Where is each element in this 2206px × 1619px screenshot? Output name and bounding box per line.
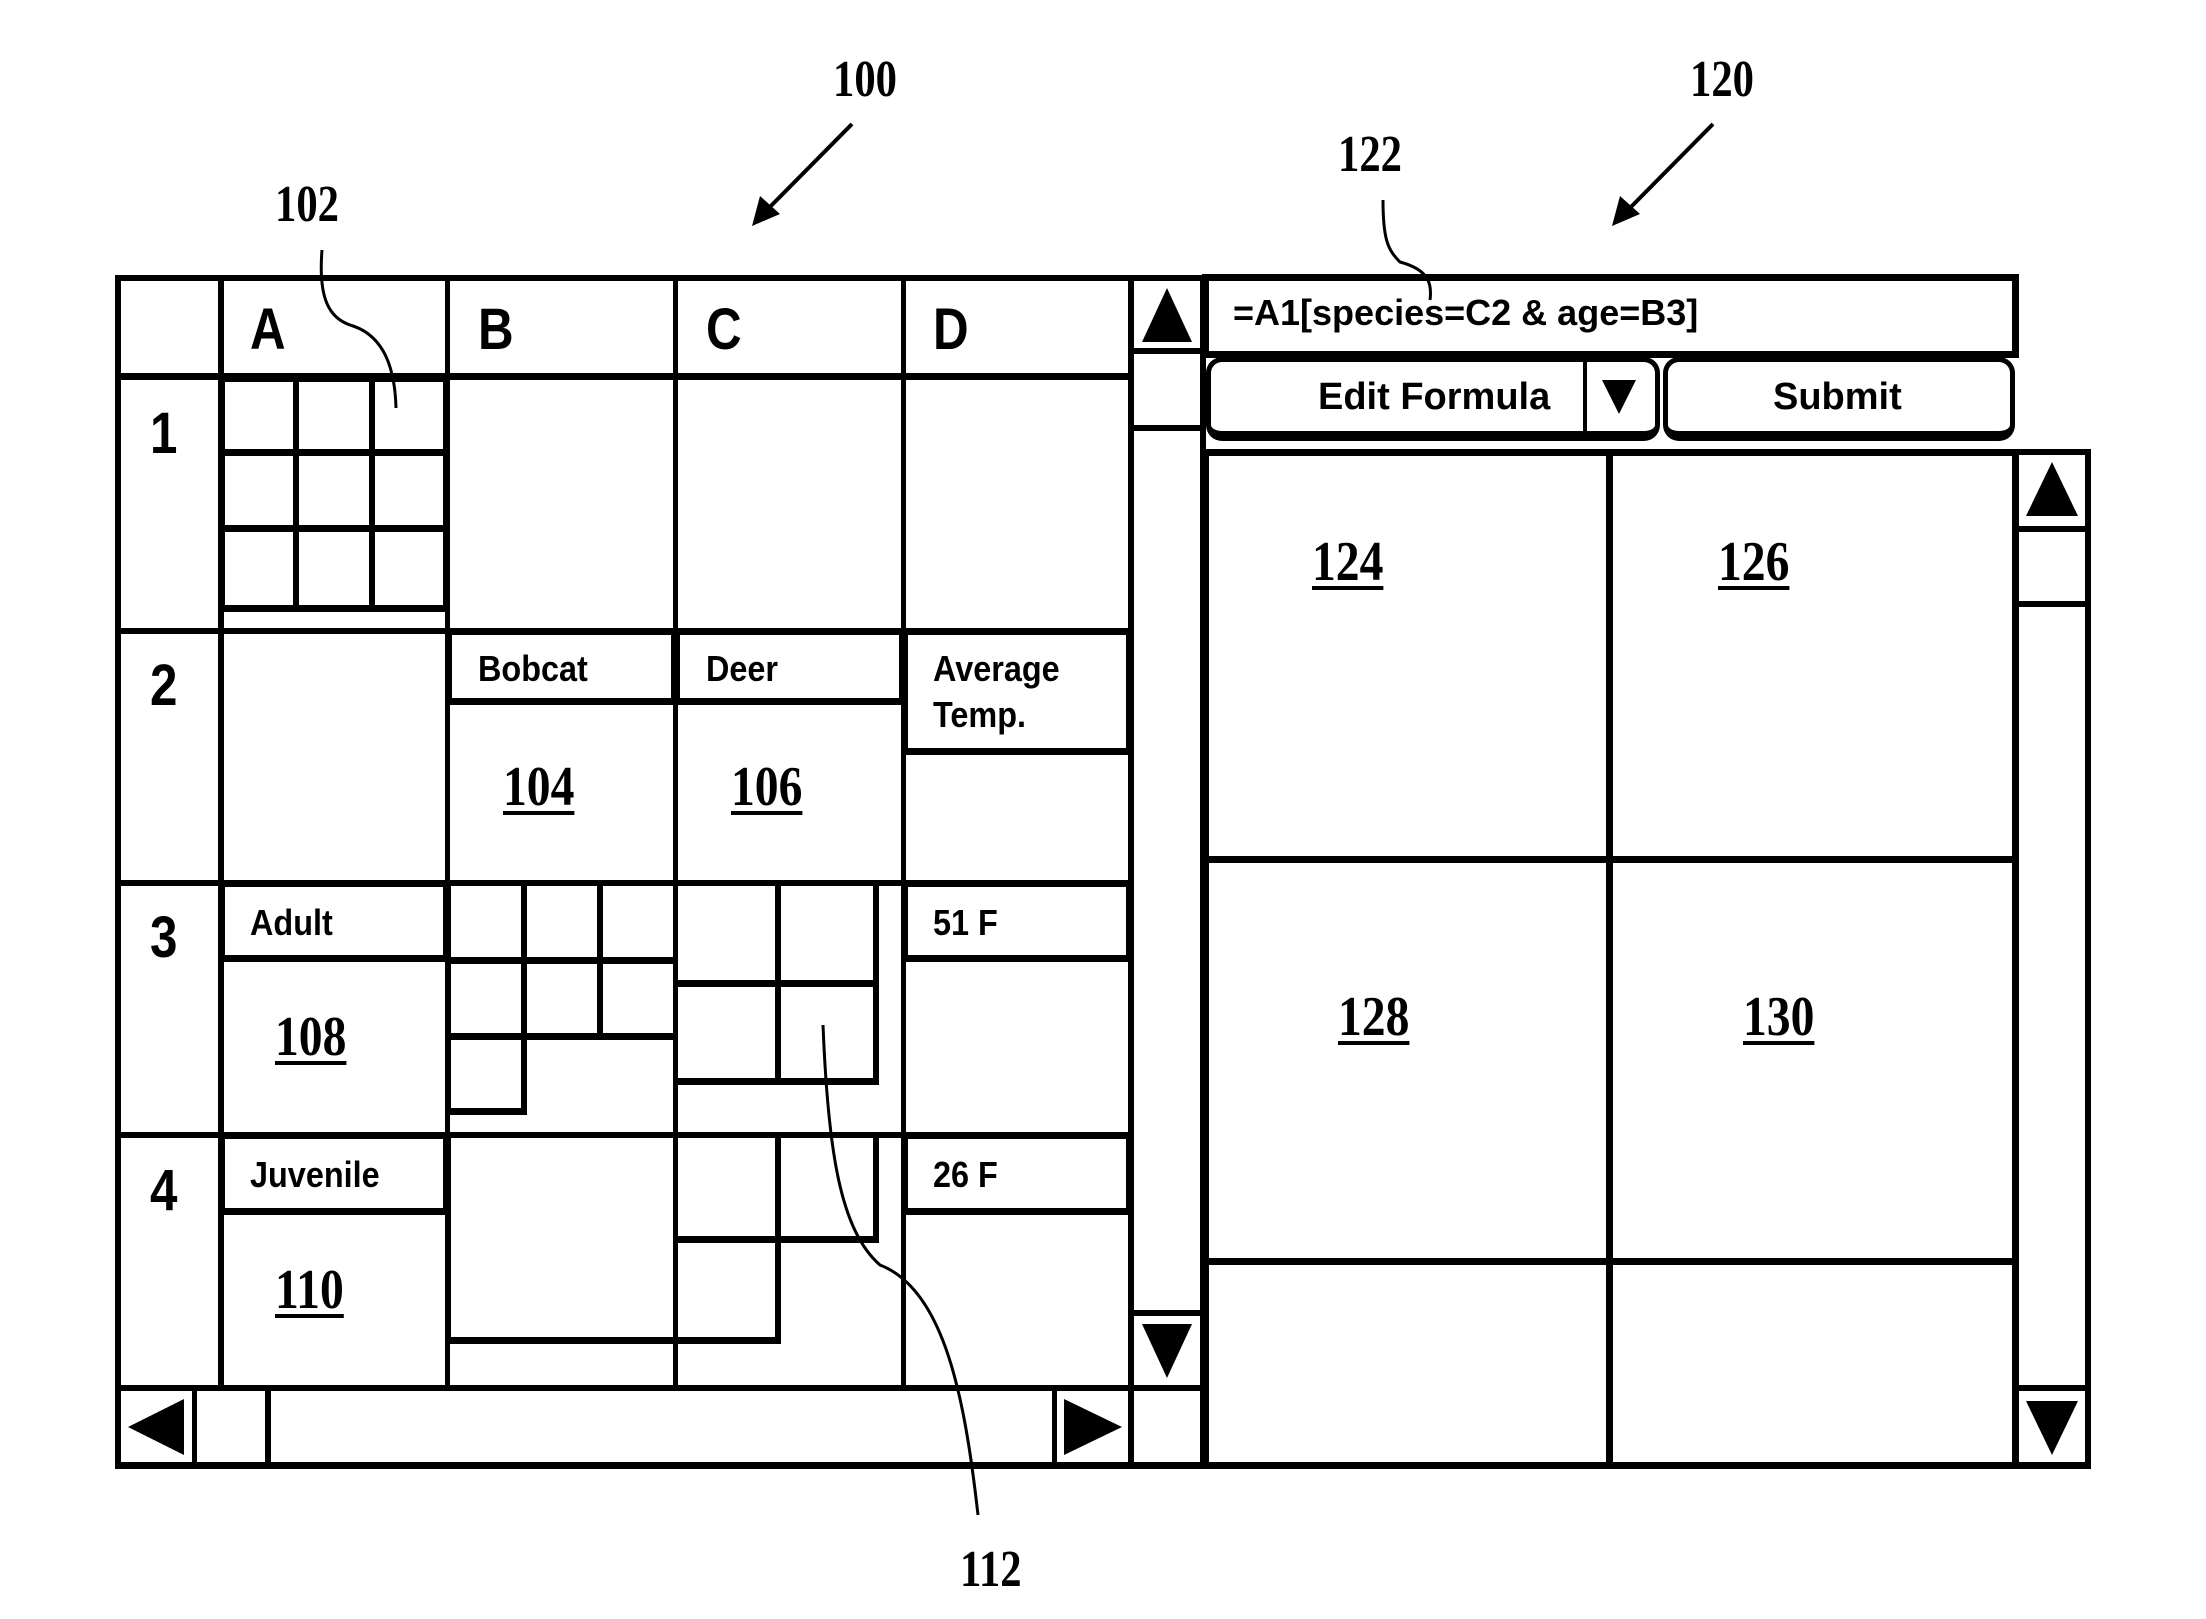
column-header-a[interactable]: A xyxy=(250,296,286,363)
dropdown-divider xyxy=(1583,360,1587,436)
ref-numeral-122: 122 xyxy=(1338,126,1402,183)
col-line-c xyxy=(673,275,678,1390)
ref-numeral-110: 110 xyxy=(275,1259,344,1321)
cell-d3-label[interactable]: 51 F xyxy=(933,900,998,946)
grid-bottom-border xyxy=(115,1462,1205,1469)
ref-numeral-106: 106 xyxy=(731,756,803,818)
nested-grid-b3-hline-3 xyxy=(445,1108,527,1115)
edit-formula-dropdown[interactable] xyxy=(1594,374,1644,420)
nested-grid-b3-vline-1 xyxy=(521,880,527,1113)
result-cell-128[interactable]: 128 xyxy=(1338,985,1409,1049)
nested-grid-c3-hline-1 xyxy=(673,980,879,987)
ref-numeral-112: 112 xyxy=(960,1541,1022,1598)
scroll-left-divider xyxy=(192,1388,197,1464)
triangle-down-icon xyxy=(2026,1401,2078,1455)
cell-b2-label[interactable]: Bobcat xyxy=(478,646,588,692)
nested-grid-b3-hline-2 xyxy=(445,1033,675,1040)
column-header-c[interactable]: C xyxy=(706,296,742,363)
arrow-120-head xyxy=(1612,196,1640,226)
row-line-bottom xyxy=(118,1385,1203,1391)
result-grid-col-divider xyxy=(1606,452,1613,1466)
arrow-100-line xyxy=(760,122,854,217)
scroll-up-button[interactable] xyxy=(1138,284,1196,346)
edit-formula-label[interactable]: Edit Formula xyxy=(1318,376,1550,419)
row-header-2[interactable]: 2 xyxy=(150,652,177,719)
col-line-d xyxy=(901,275,906,1390)
nested-grid-c4-hline xyxy=(673,1236,879,1243)
result-scroll-top-border xyxy=(2015,449,2090,455)
ref-numeral-120: 120 xyxy=(1690,51,1754,108)
nested-grid-b4-left xyxy=(445,1132,451,1344)
scroll-up-divider xyxy=(1131,348,1203,354)
ref-numeral-102: 102 xyxy=(275,176,339,233)
dropdown-arrow-icon xyxy=(1602,380,1636,414)
submit-label[interactable]: Submit xyxy=(1773,376,1902,419)
triangle-down-icon xyxy=(1142,1324,1192,1378)
scroll-left-button[interactable] xyxy=(122,1395,192,1459)
result-scroll-down-divider xyxy=(2015,1385,2090,1391)
scroll-right-button[interactable] xyxy=(1058,1395,1128,1459)
col-line-right xyxy=(1128,275,1134,1469)
nested-grid-c3-hline-2 xyxy=(673,1078,879,1085)
scroll-down-button[interactable] xyxy=(1138,1320,1196,1382)
grid-top-border xyxy=(118,275,1203,281)
ref-numeral-108: 108 xyxy=(275,1006,347,1068)
triangle-up-icon xyxy=(1142,288,1192,342)
triangle-up-icon xyxy=(2026,462,2078,516)
result-scroll-up-button[interactable] xyxy=(2022,458,2082,520)
row-header-4[interactable]: 4 xyxy=(150,1157,177,1224)
cell-c2-label[interactable]: Deer xyxy=(706,646,778,692)
result-scroll-thumb[interactable] xyxy=(2015,601,2090,607)
hscroll-thumb[interactable] xyxy=(265,1388,271,1464)
cell-d2-label[interactable]: Average Temp. xyxy=(933,646,1086,738)
grid-left-border xyxy=(115,275,121,1469)
result-cell-130[interactable]: 130 xyxy=(1743,985,1814,1049)
triangle-left-icon xyxy=(128,1399,184,1455)
result-grid-row-divider-2 xyxy=(1205,1258,2016,1265)
row-header-1[interactable]: 1 xyxy=(150,400,177,467)
cell-d4-label[interactable]: 26 F xyxy=(933,1152,998,1198)
result-cell-124[interactable]: 124 xyxy=(1312,530,1383,594)
nested-grid-a1-vline-1 xyxy=(293,378,299,610)
result-grid-row-divider-1 xyxy=(1205,856,2016,863)
row-header-3[interactable]: 3 xyxy=(150,904,177,971)
column-header-d[interactable]: D xyxy=(933,296,969,363)
nested-grid-c4-right xyxy=(873,1132,879,1242)
triangle-right-icon xyxy=(1064,1399,1122,1455)
nested-grid-b4-bottom xyxy=(445,1337,780,1344)
cell-a4-label[interactable]: Juvenile xyxy=(250,1152,380,1198)
arrow-120-line xyxy=(1621,122,1715,217)
scroll-right-divider xyxy=(1052,1388,1057,1464)
column-header-b[interactable]: B xyxy=(478,296,514,363)
result-scroll-up-divider xyxy=(2015,526,2090,532)
scroll-down-divider xyxy=(1131,1310,1203,1316)
nested-grid-b3-left xyxy=(445,880,451,1113)
result-cell-126[interactable]: 126 xyxy=(1718,530,1789,594)
nested-grid-b3-hline-1 xyxy=(445,957,675,964)
formula-text[interactable]: =A1[species=C2 & age=B3] xyxy=(1233,292,1698,334)
nested-grid-a1-vline-2 xyxy=(369,378,375,610)
nested-grid-a1-hline-2 xyxy=(220,525,448,532)
result-scroll-bottom-border xyxy=(2015,1462,2091,1469)
nested-grid-a1-frame xyxy=(218,375,450,612)
nested-grid-a1-hline-1 xyxy=(220,449,448,456)
cell-a3-label[interactable]: Adult xyxy=(250,900,333,946)
ref-numeral-100: 100 xyxy=(833,51,897,108)
ref-numeral-104: 104 xyxy=(503,756,575,818)
arrow-100-head xyxy=(752,196,780,226)
result-scroll-down-button[interactable] xyxy=(2022,1395,2082,1459)
scroll-thumb[interactable] xyxy=(1131,425,1203,431)
